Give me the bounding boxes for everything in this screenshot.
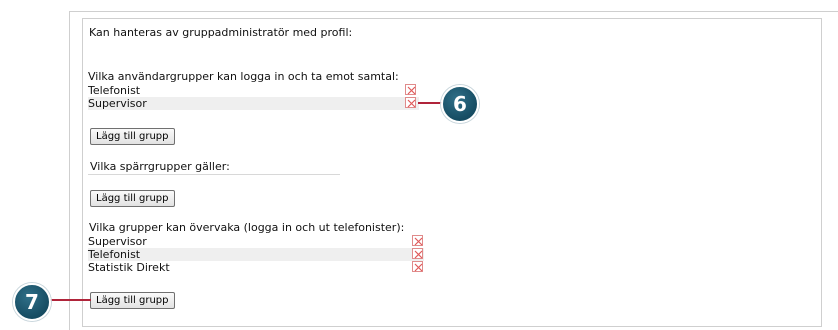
login-group-name: Supervisor (88, 97, 147, 110)
add-block-group-button[interactable]: Lägg till grupp (90, 190, 175, 207)
callout-badge: 6 (441, 85, 479, 123)
callout-leader-line (45, 299, 91, 301)
remove-icon[interactable] (412, 248, 423, 259)
remove-icon[interactable] (405, 84, 416, 95)
monitor-group-name: Statistik Direkt (88, 261, 170, 274)
block-groups-label: Vilka spärrgrupper gäller: (90, 160, 230, 173)
list-item: Statistik Direkt (88, 261, 424, 274)
list-item: Telefonist (88, 84, 419, 97)
remove-icon[interactable] (412, 235, 423, 246)
remove-icon[interactable] (412, 261, 423, 272)
login-group-name: Telefonist (88, 84, 141, 97)
list-item: Supervisor (88, 235, 424, 248)
profile-heading: Kan hanteras av gruppadministratör med p… (89, 26, 353, 39)
callout-badge: 7 (13, 283, 51, 321)
monitor-groups-label: Vilka grupper kan övervaka (logga in och… (89, 221, 405, 234)
remove-icon[interactable] (405, 97, 416, 108)
login-groups-label: Vilka användargrupper kan logga in och t… (88, 70, 399, 83)
monitor-group-name: Telefonist (88, 248, 141, 261)
add-login-group-button[interactable]: Lägg till grupp (90, 128, 175, 145)
monitor-group-name: Supervisor (88, 235, 147, 248)
divider (88, 174, 340, 175)
list-item: Telefonist (88, 248, 424, 261)
list-item: Supervisor (88, 97, 419, 110)
add-monitor-group-button[interactable]: Lägg till grupp (90, 292, 175, 309)
